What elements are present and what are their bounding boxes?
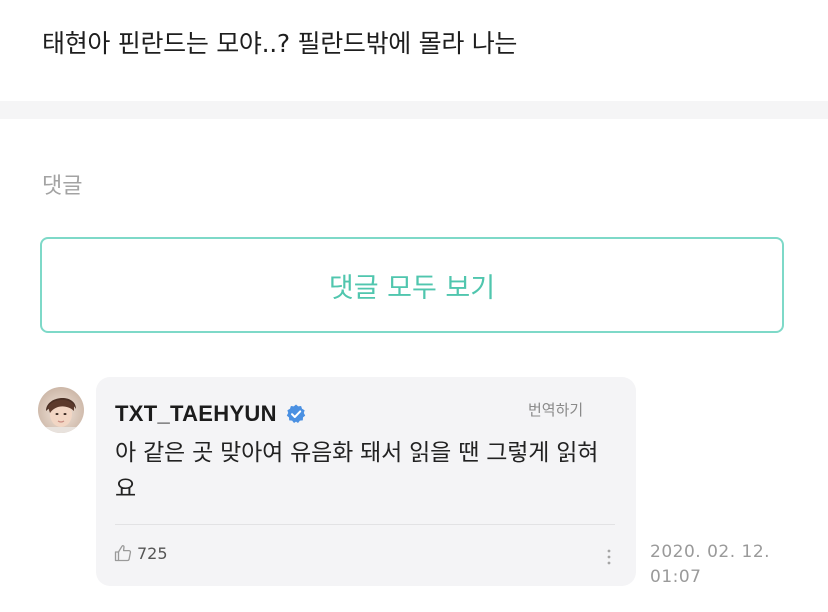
thumbs-up-icon: [113, 543, 133, 563]
vertical-dots-icon[interactable]: [604, 547, 614, 567]
comment-date: 2020. 02. 12.: [650, 542, 771, 562]
like-button[interactable]: 725: [113, 543, 168, 563]
comment-author[interactable]: TXT_TAEHYUN: [115, 401, 277, 427]
view-all-comments-label: 댓글 모두 보기: [328, 272, 496, 304]
like-count: 725: [137, 543, 168, 563]
translate-button[interactable]: 번역하기: [528, 399, 583, 420]
comment-text: 아 같은 곳 맞아여 유음화 돼서 읽을 땐 그렇게 읽혀요: [115, 440, 599, 502]
comment-page: 태현아 핀란드는 모야..? 필란드밖에 몰라 나는 댓글 댓글 모두 보기 T: [0, 0, 828, 612]
comment-author-row: TXT_TAEHYUN: [115, 401, 307, 427]
post-text: 태현아 핀란드는 모야..? 필란드밖에 몰라 나는: [42, 29, 518, 58]
view-all-comments-button[interactable]: 댓글 모두 보기: [40, 237, 784, 333]
comments-label: 댓글: [42, 174, 83, 199]
avatar-image: [38, 387, 84, 433]
verified-check-icon: [285, 403, 307, 425]
comment-timestamp: 2020. 02. 12. 01:07: [650, 540, 800, 590]
comment-divider: [115, 524, 615, 525]
avatar[interactable]: [38, 387, 84, 433]
section-divider: [0, 101, 828, 119]
comment-time: 01:07: [650, 567, 702, 587]
comment-bubble: TXT_TAEHYUN 번역하기 아 같은 곳 맞아여 유음화 돼서 읽을 땐 …: [96, 377, 636, 586]
